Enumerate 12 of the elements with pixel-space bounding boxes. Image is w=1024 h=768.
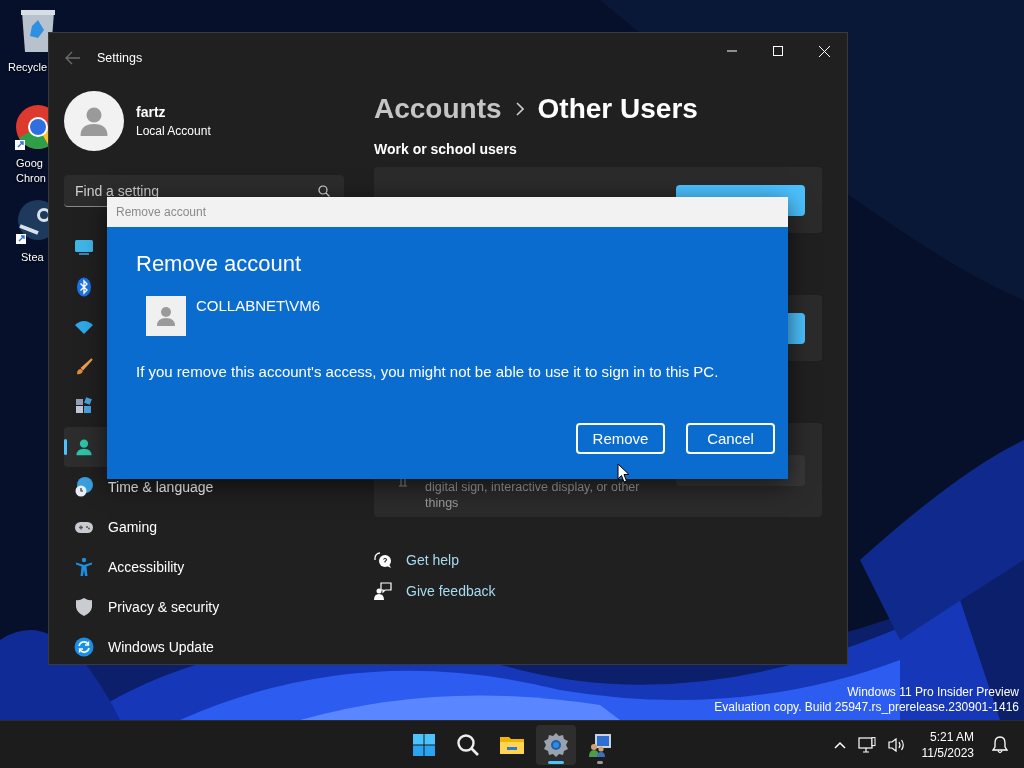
account-type: Local Account	[136, 124, 211, 138]
dialog-title: Remove account	[116, 205, 207, 219]
section-title: Work or school users	[374, 140, 518, 159]
window-title: Settings	[97, 51, 143, 65]
account-name: fartz	[136, 104, 167, 120]
page-title: Other Users	[537, 92, 698, 126]
user-account-name: COLLABNET\VM6	[196, 296, 321, 316]
dialog-heading: Remove account	[136, 250, 303, 278]
watermark-text: Windows 11 Pro Insider Preview	[847, 685, 1019, 700]
watermark-text: Evaluation copy. Build 25947.rs_prerelease.230901-1416	[714, 700, 1019, 715]
card-description: digital sign, interactive display, or other things	[425, 479, 641, 511]
dialog-message: If you remove this account's access, you might not be able to use it to sign in to this PC.	[136, 362, 720, 382]
